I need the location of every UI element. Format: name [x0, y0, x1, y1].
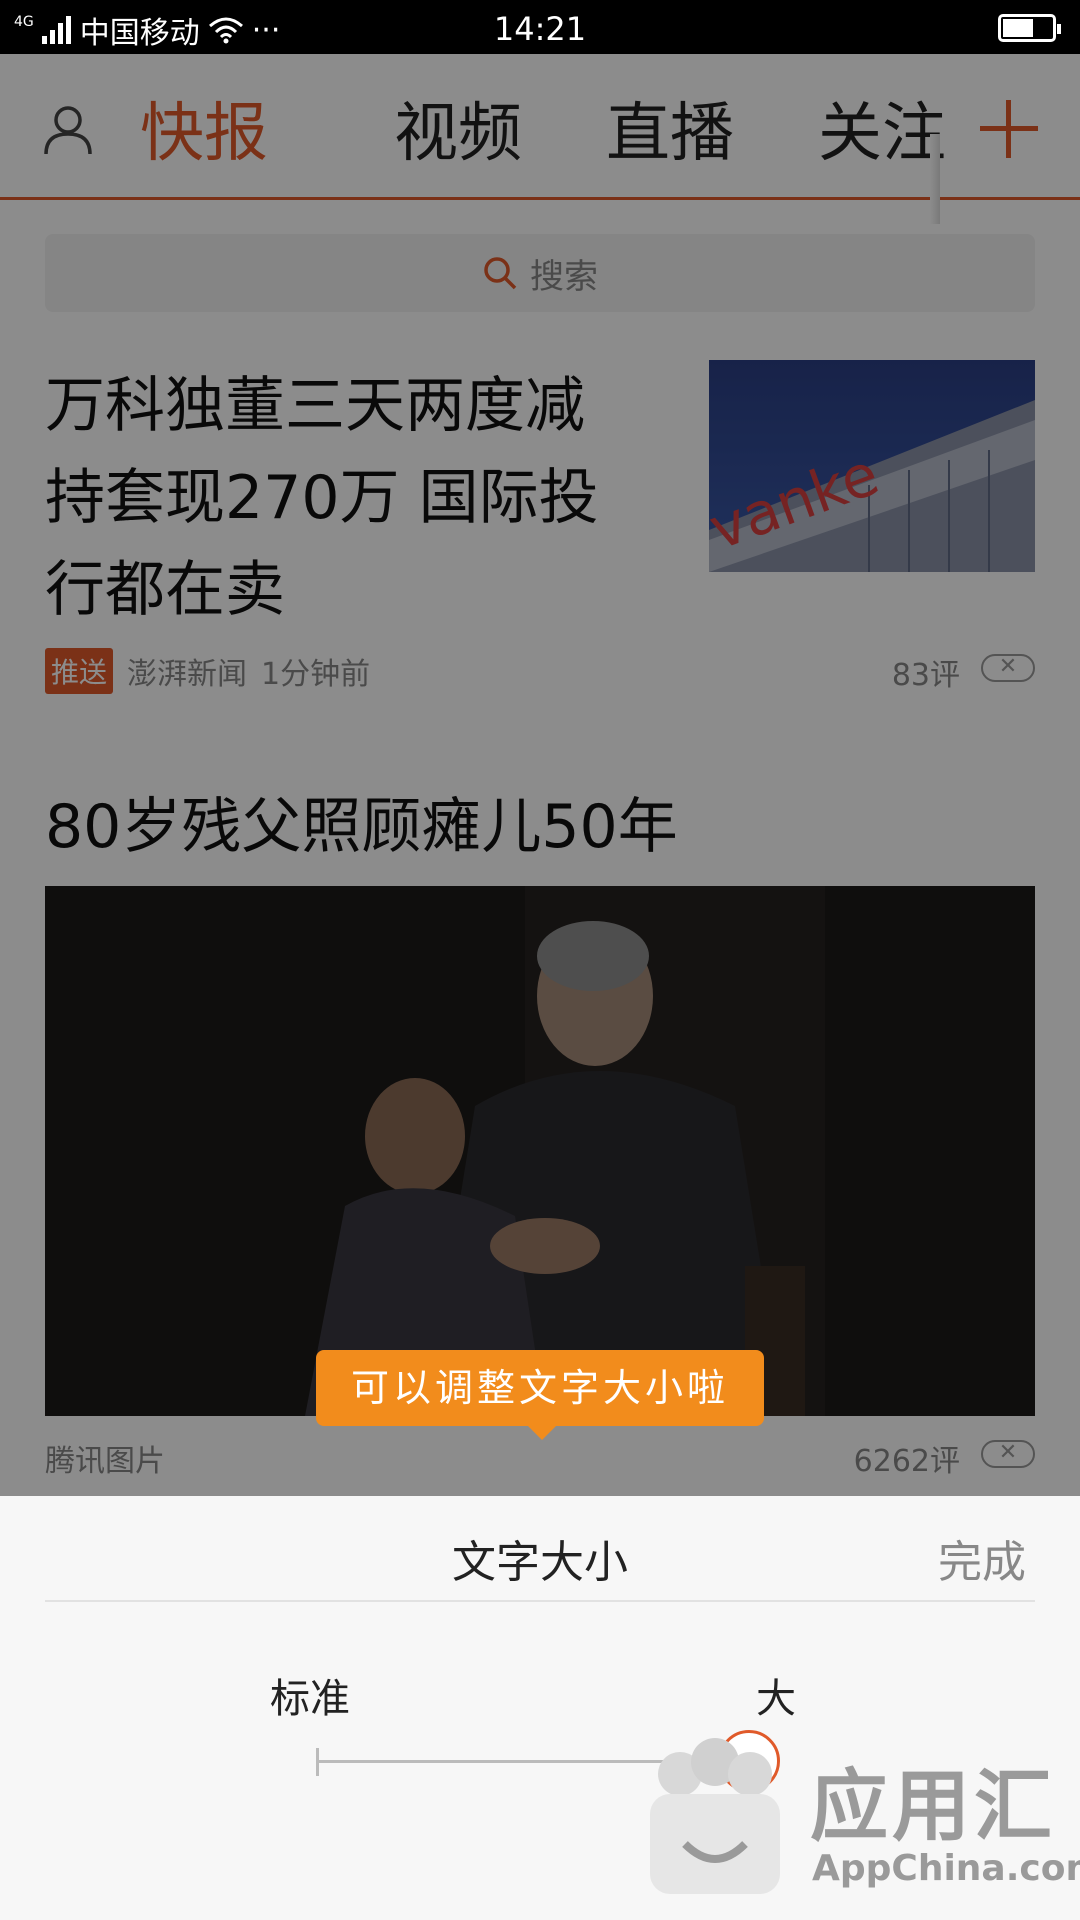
- channel-tabs: 快报 视频 直播 关注: [140, 82, 988, 174]
- add-channel-icon[interactable]: [974, 94, 1044, 164]
- user-icon[interactable]: [42, 104, 94, 156]
- comment-count[interactable]: 83评: [892, 650, 960, 694]
- comment-count[interactable]: 6262评: [854, 1436, 960, 1480]
- article-title-line: 万科独董三天两度减: [45, 371, 585, 441]
- article-title[interactable]: 万科独董三天两度减 持套现270万 国际投 行都在卖: [45, 360, 685, 636]
- search-placeholder: 搜索: [530, 256, 598, 297]
- push-tag: 推送: [45, 648, 114, 694]
- search-icon: [484, 257, 517, 290]
- top-nav: 快报 视频 直播 关注: [0, 54, 1080, 224]
- watermark: 应用汇 AppChina.com: [640, 1724, 1080, 1914]
- article-title-line: 行都在卖: [45, 555, 285, 625]
- tab-fade-divider: [930, 134, 940, 224]
- status-time: 14:21: [493, 10, 587, 48]
- article-image[interactable]: [45, 886, 1035, 1416]
- search-bar[interactable]: 搜索: [45, 234, 1035, 312]
- watermark-brand: 应用汇: [810, 1762, 1057, 1852]
- dismiss-icon[interactable]: ✕: [981, 654, 1035, 682]
- appchina-logo-icon: [650, 1738, 780, 1894]
- article-title-line: 持套现270万 国际投: [45, 463, 599, 533]
- divider: [45, 1600, 1035, 1602]
- article-thumbnail[interactable]: vanke: [709, 360, 1035, 572]
- article-meta: 推送 澎湃新闻 1分钟前: [45, 648, 370, 694]
- article-time: 1分钟前: [261, 657, 371, 692]
- status-bar: 4G 中国移动 ··· 14:21: [0, 0, 1080, 54]
- battery-icon: [998, 14, 1061, 42]
- watermark-domain: AppChina.com: [812, 1848, 1080, 1889]
- size-option-large[interactable]: 大: [756, 1666, 796, 1724]
- tab-kuaibao[interactable]: 快报: [140, 82, 352, 174]
- article-source: 澎湃新闻: [127, 657, 248, 692]
- size-option-standard[interactable]: 标准: [270, 1666, 350, 1724]
- tab-follow[interactable]: 关注: [776, 82, 988, 174]
- article-source: 腾讯图片: [45, 1444, 165, 1479]
- tab-live[interactable]: 直播: [564, 82, 776, 174]
- hint-tooltip: 可以调整文字大小啦: [316, 1350, 764, 1440]
- article-meta: 腾讯图片: [45, 1436, 165, 1480]
- article-title[interactable]: 80岁残父照顾瘫儿50年: [45, 778, 678, 865]
- dismiss-icon[interactable]: ✕: [981, 1440, 1035, 1468]
- sheet-title: 文字大小: [452, 1537, 628, 1588]
- done-button[interactable]: 完成: [938, 1526, 1026, 1590]
- tab-video[interactable]: 视频: [352, 82, 564, 174]
